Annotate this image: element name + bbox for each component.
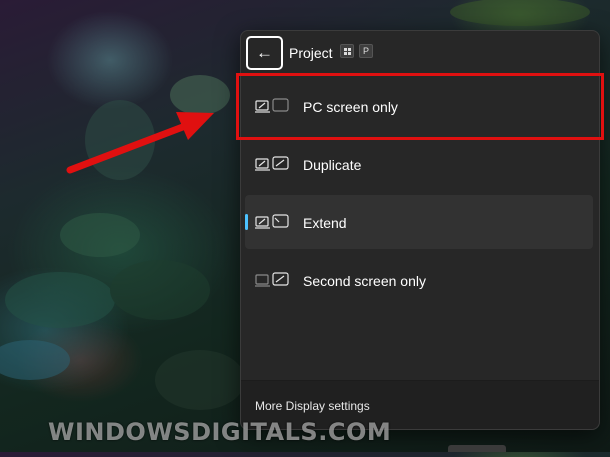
option-label: Second screen only	[303, 273, 426, 289]
back-button[interactable]: ←	[246, 36, 283, 70]
taskbar-edge	[448, 445, 506, 452]
red-highlight-box	[236, 73, 604, 140]
watermark-logo: WINDOWSDIGITALS.COM	[48, 418, 392, 446]
option-second-screen-only[interactable]: Second screen only	[245, 253, 593, 307]
option-label: Duplicate	[303, 157, 362, 173]
option-duplicate[interactable]: Duplicate	[245, 137, 593, 191]
windows-key-icon	[340, 44, 354, 58]
p-key-badge: P	[359, 44, 373, 58]
flyout-header: ← Project P	[241, 31, 599, 73]
more-display-settings-link[interactable]: More Display settings	[255, 399, 370, 413]
back-arrow-icon: ←	[256, 43, 273, 62]
duplicate-icon	[255, 156, 289, 171]
option-extend[interactable]: Extend	[245, 195, 593, 249]
option-label: Extend	[303, 215, 347, 231]
selected-indicator	[245, 214, 248, 230]
extend-icon	[255, 214, 289, 229]
flyout-title: Project	[289, 45, 333, 61]
second-screen-only-icon	[255, 272, 289, 287]
